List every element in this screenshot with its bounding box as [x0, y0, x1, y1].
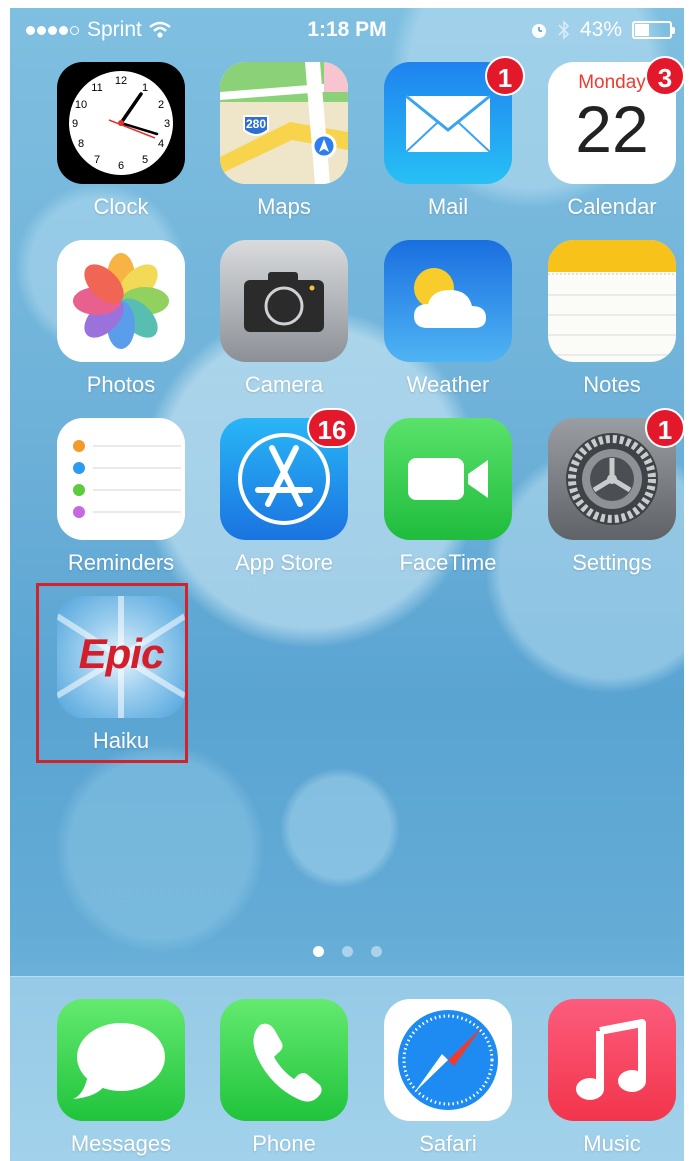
- notification-badge: 1: [645, 408, 684, 448]
- svg-text:9: 9: [72, 118, 78, 130]
- svg-text:5: 5: [142, 154, 148, 166]
- page-indicator[interactable]: [10, 946, 684, 957]
- page-dot[interactable]: [312, 946, 324, 957]
- calendar-day: 22: [575, 92, 649, 166]
- app-label: FaceTime: [399, 550, 497, 575]
- status-right-group: 43%: [530, 18, 675, 42]
- svg-text:3: 3: [164, 118, 170, 130]
- app-settings[interactable]: Settings 1: [537, 408, 684, 576]
- app-label: Music: [583, 1131, 641, 1156]
- facetime-icon: [384, 418, 512, 540]
- app-app-store[interactable]: App Store 16: [209, 408, 359, 576]
- bluetooth-icon: [558, 20, 570, 40]
- app-label: Calendar: [567, 194, 657, 219]
- app-label: Safari: [419, 1131, 477, 1156]
- reminders-icon: [57, 418, 185, 540]
- app-reminders[interactable]: Reminders: [46, 418, 196, 576]
- app-label: Messages: [70, 1131, 172, 1156]
- dock-app-messages[interactable]: Messages: [46, 999, 196, 1157]
- app-maps[interactable]: 280 Maps: [209, 62, 359, 220]
- app-label: App Store: [235, 550, 333, 575]
- dock-app-music[interactable]: Music: [537, 999, 684, 1157]
- home-screen: Sprint 1:18 PM 43% 12 1 2 3 4567 8 9 10 …: [10, 8, 684, 1161]
- dock-app-safari[interactable]: Safari: [373, 999, 523, 1157]
- app-notes[interactable]: Notes: [537, 240, 684, 398]
- music-icon: [548, 999, 676, 1121]
- app-photos[interactable]: Photos: [46, 240, 196, 398]
- svg-text:11: 11: [91, 82, 102, 94]
- app-clock[interactable]: 12 1 2 3 4567 8 9 10 11 Clock: [46, 62, 196, 220]
- svg-text:7: 7: [94, 154, 100, 166]
- dock: Messages Phone Safari Music: [10, 976, 684, 1161]
- notification-badge: 3: [645, 56, 684, 96]
- svg-text:4: 4: [158, 138, 164, 150]
- app-facetime[interactable]: FaceTime: [373, 418, 523, 576]
- notification-badge: 1: [485, 56, 525, 96]
- battery-icon: [632, 21, 675, 39]
- app-label: Weather: [406, 372, 490, 397]
- alarm-icon: [530, 21, 548, 39]
- app-label: Maps: [257, 194, 311, 219]
- app-label: Notes: [583, 372, 641, 397]
- page-dot[interactable]: [370, 946, 382, 957]
- notification-badge: 16: [307, 408, 357, 448]
- app-label: Photos: [86, 372, 156, 397]
- app-label: Mail: [427, 194, 469, 219]
- app-calendar[interactable]: Monday 22 Calendar 3: [537, 56, 684, 220]
- safari-icon: [384, 999, 512, 1121]
- app-label: Reminders: [67, 550, 175, 575]
- app-label: Phone: [252, 1131, 316, 1156]
- app-weather[interactable]: Weather: [373, 240, 523, 398]
- svg-text:2: 2: [158, 99, 164, 111]
- svg-text:8: 8: [78, 138, 84, 150]
- app-label: Camera: [244, 372, 324, 397]
- app-label: Clock: [93, 194, 149, 219]
- clock-icon: 12 1 2 3 4567 8 9 10 11: [57, 62, 185, 184]
- weather-icon: [384, 240, 512, 362]
- svg-text:12: 12: [115, 75, 127, 87]
- svg-text:6: 6: [118, 160, 124, 172]
- messages-icon: [57, 999, 185, 1121]
- dock-app-phone[interactable]: Phone: [209, 999, 359, 1157]
- camera-icon: [220, 240, 348, 362]
- app-mail[interactable]: Mail 1: [373, 56, 525, 220]
- svg-text:1: 1: [142, 82, 148, 94]
- route-sign: 280: [246, 117, 266, 131]
- status-bar: Sprint 1:18 PM 43%: [10, 8, 684, 52]
- svg-text:10: 10: [75, 99, 87, 111]
- app-camera[interactable]: Camera: [209, 240, 359, 398]
- highlight-box: [36, 583, 188, 763]
- maps-icon: 280: [220, 62, 348, 184]
- phone-icon: [220, 999, 348, 1121]
- photos-icon: [57, 240, 185, 362]
- battery-percent: 43%: [579, 18, 622, 41]
- app-label: Settings: [572, 550, 652, 575]
- notes-icon: [548, 240, 676, 362]
- page-dot[interactable]: [341, 946, 353, 957]
